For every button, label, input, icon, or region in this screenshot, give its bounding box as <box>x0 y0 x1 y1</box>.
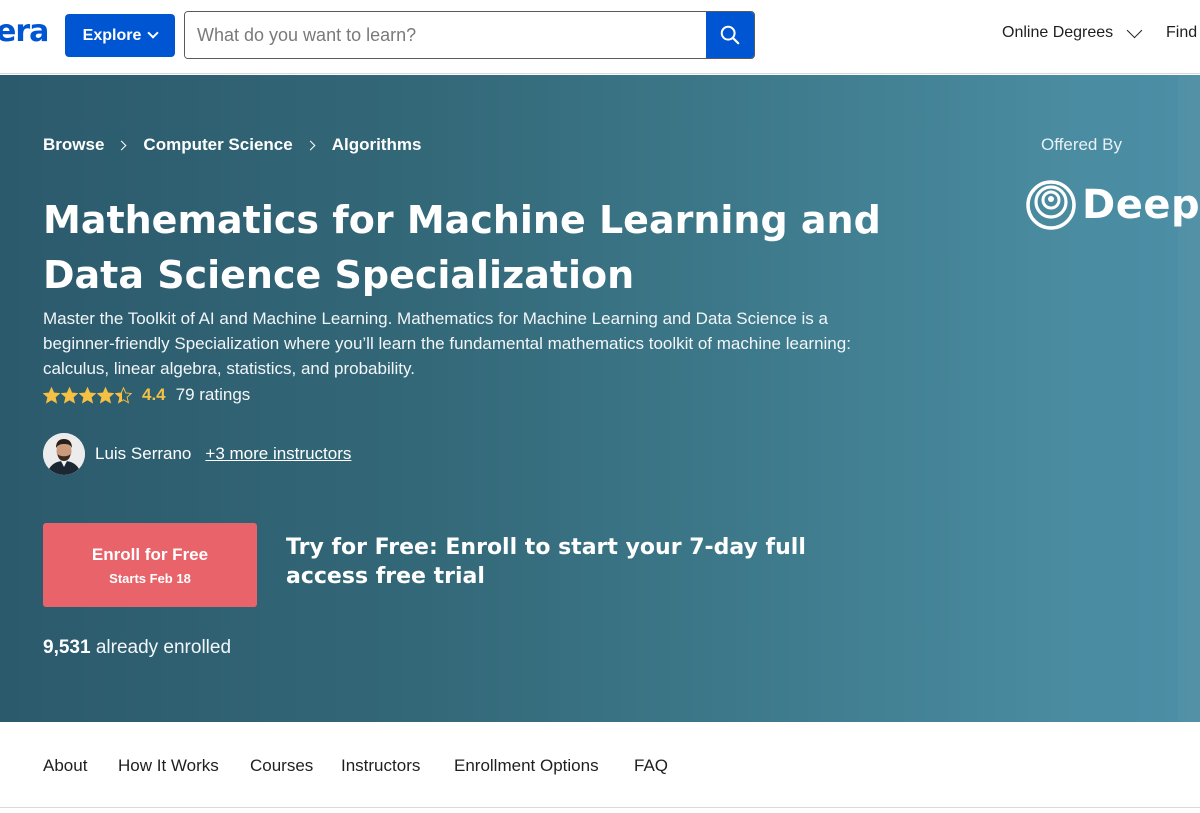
star-rating <box>43 386 132 404</box>
offered-by-label: Offered By <box>1041 135 1122 154</box>
more-instructors-link[interactable]: +3 more instructors <box>205 444 351 464</box>
enroll-button-label: Enroll for Free <box>91 544 209 564</box>
course-title: Mathematics for Machine Learning and Dat… <box>43 198 881 297</box>
tab-faq[interactable]: FAQ <box>634 756 668 776</box>
search-input[interactable] <box>185 12 706 58</box>
find-link[interactable]: Find <box>1166 24 1197 42</box>
online-degrees-label: Online Degrees <box>1002 24 1114 41</box>
enroll-start-date: Starts Feb 18 <box>109 570 191 586</box>
online-degrees-menu[interactable]: Online Degrees <box>1002 22 1143 42</box>
instructor-name[interactable]: Luis Serrano <box>95 444 191 464</box>
search-bar <box>184 11 755 59</box>
enrolled-number: 9,531 <box>43 637 91 658</box>
course-description: Master the Toolkit of AI and Machine Lea… <box>43 309 851 378</box>
tab-enrollment-options[interactable]: Enrollment Options <box>454 756 599 776</box>
search-button[interactable] <box>706 12 754 58</box>
enrolled-count: 9,531 already enrolled <box>43 637 231 659</box>
chevron-down-icon <box>147 27 160 39</box>
free-trial-text: Try for Free: Enroll to start your 7-day… <box>286 535 806 589</box>
instructor-photo-icon <box>43 433 85 475</box>
star-icon <box>97 386 114 404</box>
search-icon <box>720 25 740 45</box>
breadcrumb-computer-science[interactable]: Computer Science <box>143 135 292 155</box>
enrolled-label: already enrolled <box>95 637 232 658</box>
tab-how-it-works[interactable]: How It Works <box>118 756 219 776</box>
avatar[interactable] <box>43 433 85 475</box>
breadcrumb-algorithms[interactable]: Algorithms <box>332 135 422 155</box>
tab-about[interactable]: About <box>43 756 87 776</box>
instructor-row: Luis Serrano +3 more instructors <box>43 433 351 475</box>
chevron-right-icon <box>116 140 127 150</box>
rating-count[interactable]: 79 ratings <box>176 385 251 405</box>
explore-button[interactable]: Explore <box>65 14 175 57</box>
course-hero-banner: Browse Computer Science Algorithms Offer… <box>0 75 1200 722</box>
explore-label: Explore <box>82 26 142 44</box>
top-header: era Explore Online Degrees Find <box>0 0 1200 74</box>
star-icon <box>79 386 96 404</box>
chevron-right-icon <box>305 140 316 150</box>
star-icon <box>61 386 78 404</box>
chevron-down-icon <box>1126 22 1143 38</box>
hero-edge <box>1178 75 1200 722</box>
course-rating: 4.4 79 ratings <box>43 385 250 405</box>
enroll-button[interactable]: Enroll for Free Starts Feb 18 <box>43 523 257 607</box>
find-label: Find <box>1166 24 1198 41</box>
star-icon <box>115 386 132 404</box>
tab-courses[interactable]: Courses <box>250 756 313 776</box>
partner-logo[interactable]: Deepl <box>1026 180 1200 230</box>
star-icon <box>43 386 60 404</box>
tab-instructors[interactable]: Instructors <box>341 756 420 776</box>
partner-name: Deepl <box>1082 182 1200 228</box>
deeplearning-spiral-icon <box>1026 180 1076 230</box>
rating-value: 4.4 <box>142 385 166 404</box>
breadcrumb-browse[interactable]: Browse <box>43 135 104 155</box>
section-tabs: About How It Works Courses Instructors E… <box>0 722 1200 808</box>
breadcrumb: Browse Computer Science Algorithms <box>43 135 421 155</box>
coursera-logo[interactable]: era <box>0 14 49 49</box>
